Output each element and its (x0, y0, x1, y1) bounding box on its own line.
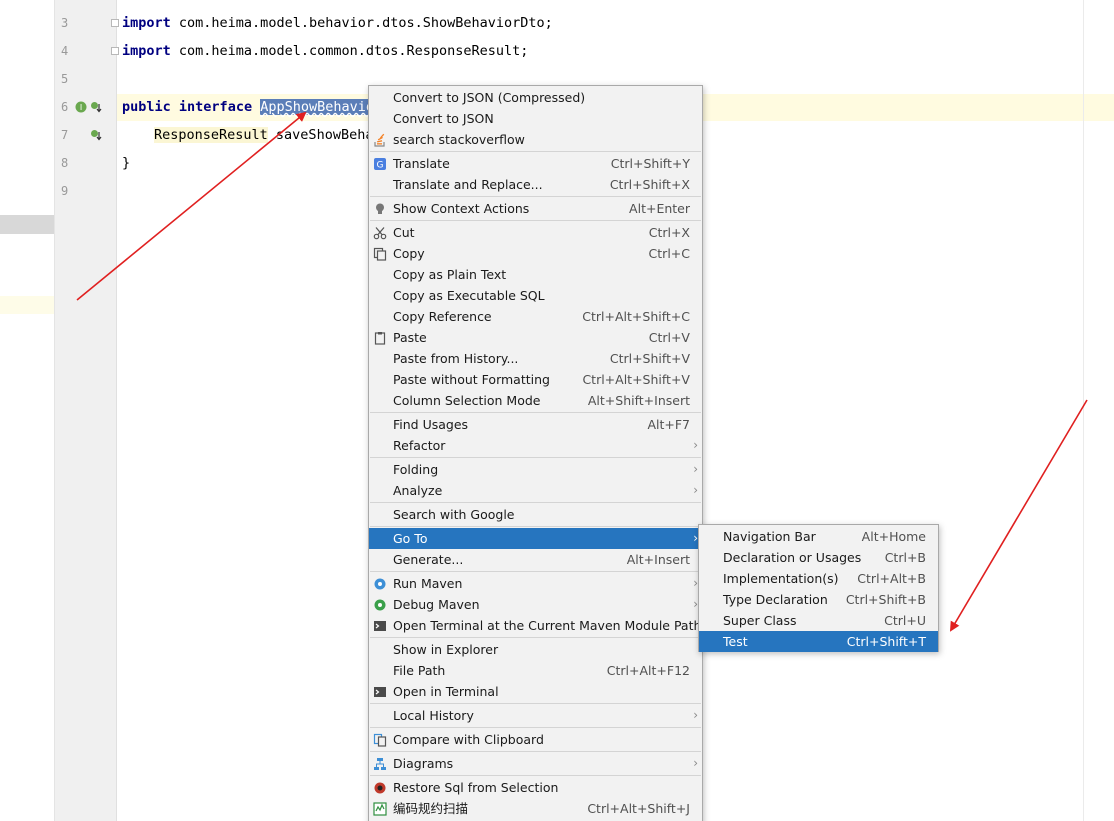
method-name: saveShowBeha (267, 127, 374, 143)
line-number: 4 (61, 44, 69, 58)
left-panel-highlight-band (0, 296, 54, 314)
line-number: 9 (61, 184, 69, 198)
return-type: ResponseResult (154, 127, 268, 143)
keyword: import (122, 43, 171, 59)
stackoverflow-icon (374, 133, 385, 147)
menu-item-go-to[interactable]: Go To › (369, 528, 702, 549)
submenu-item-navigation-bar[interactable]: Navigation Bar Alt+Home (699, 526, 938, 547)
menu-item-open-in-terminal[interactable]: Open in Terminal (369, 681, 702, 702)
menu-item-analyze[interactable]: Analyze › (369, 480, 702, 501)
go-to-submenu[interactable]: Navigation Bar Alt+Home Declaration or Us… (698, 524, 939, 652)
scan-icon (373, 802, 387, 816)
menu-item-translate[interactable]: G Translate Ctrl+Shift+Y (369, 153, 702, 174)
menu-item-convert-json-compressed[interactable]: Convert to JSON (Compressed) (369, 87, 702, 108)
menu-item-show-in-explorer[interactable]: Show in Explorer (369, 639, 702, 660)
menu-item-code-scan[interactable]: 编码规约扫描 Ctrl+Alt+Shift+J (369, 798, 702, 819)
code-line-4: import com.heima.model.common.dtos.Respo… (122, 40, 528, 62)
import-path: com.heima.model.common.dtos.ResponseResu… (170, 43, 529, 59)
implemented-method-arrow-icon[interactable] (90, 129, 102, 141)
compare-icon (373, 733, 387, 747)
menu-item-convert-json[interactable]: Convert to JSON (369, 108, 702, 129)
import-path: com.heima.model.behavior.dtos.ShowBehavi… (170, 15, 553, 31)
line-number: 3 (61, 16, 69, 30)
menu-item-translate-replace[interactable]: Translate and Replace... Ctrl+Shift+X (369, 174, 702, 195)
chevron-right-icon: › (693, 462, 698, 476)
closing-brace: } (122, 155, 131, 171)
code-line-3: import com.heima.model.behavior.dtos.Sho… (122, 12, 553, 34)
translate-icon: G (374, 158, 386, 171)
menu-item-copy[interactable]: Copy Ctrl+C (369, 243, 702, 264)
fold-marker-icon[interactable] (111, 47, 119, 55)
menu-item-generate[interactable]: Generate... Alt+Insert (369, 549, 702, 570)
svg-text:G: G (377, 161, 384, 171)
chevron-right-icon: › (693, 438, 698, 452)
keyword: interface (178, 99, 253, 115)
selected-interface-name[interactable]: AppShowBehavio (260, 99, 375, 115)
editor-context-menu[interactable]: Convert to JSON (Compressed) Convert to … (368, 85, 703, 821)
copy-icon (373, 247, 387, 261)
code-line-6: public interface AppShowBehavio (122, 96, 375, 118)
menu-item-paste-from-history[interactable]: Paste from History... Ctrl+Shift+V (369, 348, 702, 369)
menu-item-run-maven[interactable]: Run Maven › (369, 573, 702, 594)
menu-item-folding[interactable]: Folding › (369, 459, 702, 480)
left-panel-strip (0, 0, 54, 821)
keyword: import (122, 15, 171, 31)
chevron-right-icon: › (693, 708, 698, 722)
menu-item-search-google[interactable]: Search with Google (369, 504, 702, 525)
line-number: 8 (61, 156, 69, 170)
menu-item-open-terminal-maven[interactable]: Open Terminal at the Current Maven Modul… (369, 615, 702, 636)
menu-item-file-path[interactable]: File Path Ctrl+Alt+F12 (369, 660, 702, 681)
line-number: 7 (61, 128, 69, 142)
chevron-right-icon: › (693, 483, 698, 497)
scissors-icon (373, 227, 387, 240)
submenu-item-implementations[interactable]: Implementation(s) Ctrl+Alt+B (699, 568, 938, 589)
implemented-interface-icon[interactable]: I (75, 101, 87, 113)
menu-item-show-context-actions[interactable]: Show Context Actions Alt+Enter (369, 198, 702, 219)
gear-debug-icon (374, 599, 386, 611)
submenu-item-test[interactable]: Test Ctrl+Shift+T (699, 631, 938, 652)
diagram-icon (374, 758, 386, 770)
menu-item-diagrams[interactable]: Diagrams › (369, 753, 702, 774)
terminal-icon (374, 621, 386, 631)
fold-marker-icon[interactable] (111, 19, 119, 27)
menu-item-local-history[interactable]: Local History › (369, 705, 702, 726)
menu-item-copy-reference[interactable]: Copy Reference Ctrl+Alt+Shift+C (369, 306, 702, 327)
menu-item-copy-executable-sql[interactable]: Copy as Executable SQL (369, 285, 702, 306)
gear-run-icon (374, 578, 386, 590)
right-margin-guide (1083, 0, 1084, 821)
implemented-method-arrow-icon[interactable] (90, 101, 102, 113)
menu-item-find-usages[interactable]: Find Usages Alt+F7 (369, 414, 702, 435)
code-line-8: } (122, 152, 130, 174)
left-panel-selected-band (0, 215, 54, 234)
restore-sql-icon (374, 782, 386, 794)
chevron-right-icon: › (693, 756, 698, 770)
code-line-7: ResponseResult saveShowBeha (154, 124, 373, 146)
menu-item-restore-sql[interactable]: Restore Sql from Selection (369, 777, 702, 798)
menu-item-cut[interactable]: Cut Ctrl+X (369, 222, 702, 243)
menu-item-search-stackoverflow[interactable]: search stackoverflow (369, 129, 702, 150)
keyword: public (122, 99, 171, 115)
svg-text:I: I (80, 103, 82, 112)
terminal-icon (374, 687, 386, 697)
clipboard-icon (374, 332, 386, 345)
submenu-item-declaration-usages[interactable]: Declaration or Usages Ctrl+B (699, 547, 938, 568)
menu-item-paste[interactable]: Paste Ctrl+V (369, 327, 702, 348)
line-number: 5 (61, 72, 69, 86)
menu-item-column-selection-mode[interactable]: Column Selection Mode Alt+Shift+Insert (369, 390, 702, 411)
menu-item-paste-without-formatting[interactable]: Paste without Formatting Ctrl+Alt+Shift+V (369, 369, 702, 390)
submenu-item-super-class[interactable]: Super Class Ctrl+U (699, 610, 938, 631)
menu-item-refactor[interactable]: Refactor › (369, 435, 702, 456)
submenu-item-type-declaration[interactable]: Type Declaration Ctrl+Shift+B (699, 589, 938, 610)
menu-item-compare-clipboard[interactable]: Compare with Clipboard (369, 729, 702, 750)
menu-item-debug-maven[interactable]: Debug Maven › (369, 594, 702, 615)
lightbulb-icon (376, 203, 384, 214)
menu-item-copy-plain-text[interactable]: Copy as Plain Text (369, 264, 702, 285)
editor-gutter[interactable]: 3 4 5 6 7 8 9 I (54, 0, 117, 821)
line-number: 6 (61, 100, 69, 114)
